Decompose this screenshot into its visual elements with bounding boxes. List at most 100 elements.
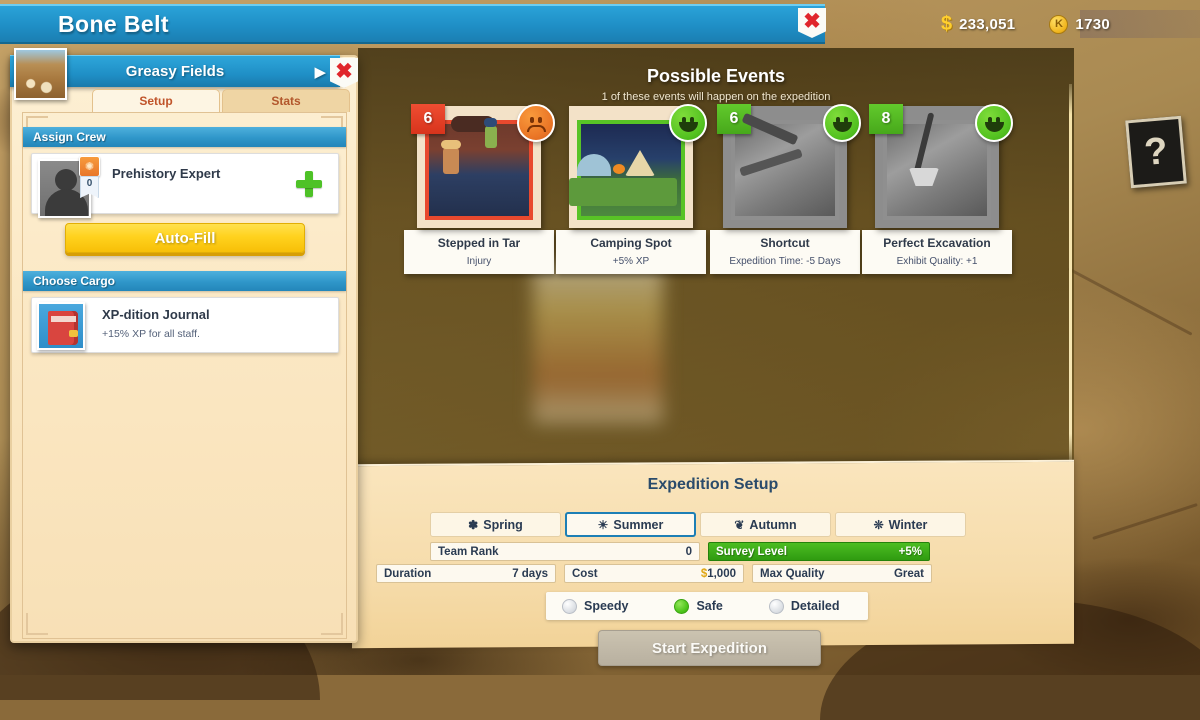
event-artwork — [569, 120, 685, 220]
happy-face-icon — [669, 104, 707, 142]
event-card[interactable]: 8 Perfect Excavation Exhibit Quality: +1 — [862, 104, 1013, 274]
choose-cargo-header: Choose Cargo — [23, 271, 346, 291]
cost-stat: Cost $1,000 — [564, 564, 744, 583]
season-selector: ✽ Spring ☀ Summer ❦ Autumn ❊ Winter — [430, 512, 966, 537]
setup-title: Expedition Setup — [647, 476, 779, 493]
happy-face-icon — [975, 104, 1013, 142]
money-counter: $ 233,051 — [941, 13, 1015, 36]
assign-crew-header: Assign Crew — [23, 127, 346, 147]
pace-option-safe[interactable]: Safe — [674, 598, 723, 614]
cargo-name: XP-dition Journal — [102, 307, 210, 322]
happy-face-icon — [823, 104, 861, 142]
money-value: 233,051 — [959, 15, 1016, 33]
cargo-description: +15% XP for all staff. — [102, 328, 200, 340]
survey-level-label: Survey Level — [716, 545, 787, 558]
knowledge-value: 1730 — [1075, 15, 1110, 33]
bone-glyph: ✺ — [84, 161, 95, 173]
title-bar: Bone Belt — [0, 4, 825, 44]
tab-stats[interactable]: Stats — [222, 89, 350, 112]
max-quality-label: Max Quality — [760, 567, 825, 580]
event-card-frame — [569, 104, 707, 228]
survey-level-value: +5% — [898, 545, 922, 558]
event-effect: Expedition Time: -5 Days — [729, 256, 841, 267]
sun-icon: ☀ — [597, 517, 609, 532]
knowledge-coin-icon: K — [1049, 14, 1069, 34]
stats-row-primary: Team Rank 0 Survey Level +5% — [430, 542, 930, 561]
expedition-setup-panel: Expedition Setup ✽ Spring ☀ Summer ❦ Aut… — [352, 459, 1074, 666]
close-x-icon: ✖ — [803, 9, 821, 33]
events-region: Possible Events 1 of these events will h… — [358, 48, 1074, 468]
journal-icon — [37, 302, 85, 350]
event-badge: 8 — [869, 104, 903, 134]
question-mark-icon: ? — [1142, 129, 1170, 174]
event-card-frame: 6 — [411, 104, 555, 228]
event-card-frame: 6 — [717, 104, 861, 228]
knowledge-counter: K 1730 — [1049, 14, 1110, 34]
season-label: Spring — [483, 517, 523, 532]
auto-fill-button[interactable]: Auto-Fill — [65, 223, 305, 253]
snowflake-icon: ❊ — [873, 517, 884, 532]
add-crew-button[interactable] — [296, 171, 322, 197]
cost-label: Cost — [572, 567, 598, 580]
season-label: Winter — [888, 517, 928, 532]
events-title: Possible Events — [646, 66, 786, 86]
sidebar-tabs: Setup Stats — [92, 89, 350, 112]
tab-setup[interactable]: Setup — [92, 89, 220, 112]
season-option-summer[interactable]: ☀ Summer — [565, 512, 696, 537]
event-card[interactable]: 6 Shortcut Expedition Time: -5 Days — [710, 104, 861, 274]
pace-label: Detailed — [790, 599, 840, 613]
season-option-spring[interactable]: ✽ Spring — [430, 512, 561, 537]
pace-option-speedy[interactable]: Speedy — [562, 598, 629, 614]
season-option-winter[interactable]: ❊ Winter — [835, 512, 966, 537]
season-option-autumn[interactable]: ❦ Autumn — [700, 512, 831, 537]
max-quality-stat: Max Quality Great — [752, 564, 932, 583]
radio-dot-icon — [562, 598, 577, 614]
pace-option-detailed[interactable]: Detailed — [768, 598, 840, 614]
radio-dot-icon — [674, 598, 690, 614]
cost-value-group: $1,000 — [701, 568, 736, 580]
cargo-slot[interactable]: XP-dition Journal +15% XP for all staff. — [31, 297, 339, 353]
event-artwork — [425, 116, 533, 220]
duration-stat: Duration 7 days — [376, 564, 556, 583]
team-rank-stat: Team Rank 0 — [430, 542, 700, 561]
season-label: Autumn — [749, 517, 797, 532]
event-name: Shortcut — [760, 236, 810, 250]
event-card[interactable]: Camping Spot +5% XP — [556, 104, 707, 274]
blurred-background-card — [533, 263, 663, 423]
location-title: Greasy Fields — [125, 63, 225, 80]
pace-selector: Speedy Safe Detailed — [546, 592, 868, 620]
team-rank-label: Team Rank — [438, 545, 499, 558]
max-quality-value: Great — [893, 567, 924, 580]
survey-level-stat: Survey Level +5% — [708, 542, 930, 561]
event-card-frame: 8 — [869, 104, 1013, 228]
event-label-plate: Shortcut Expedition Time: -5 Days — [710, 230, 860, 274]
pace-label: Speedy — [584, 599, 629, 613]
leaf-icon: ❦ — [734, 517, 745, 532]
event-effect: +5% XP — [612, 256, 650, 267]
pace-label: Safe — [696, 599, 723, 613]
event-label-plate: Camping Spot +5% XP — [556, 230, 706, 274]
event-card[interactable]: 6 Stepped in Tar Injury — [404, 104, 555, 274]
event-effect: Exhibit Quality: +1 — [896, 256, 978, 267]
event-badge: 6 — [411, 104, 445, 134]
sidebar-content-frame: Assign Crew ✺ 0 Prehistory Expert Auto-F… — [22, 112, 347, 639]
duration-value: 7 days — [512, 567, 548, 580]
cost-value: 1,000 — [707, 567, 736, 580]
prehistory-badge-icon: ✺ — [79, 156, 100, 177]
event-label-plate: Stepped in Tar Injury — [404, 230, 554, 274]
season-label: Summer — [613, 517, 664, 532]
event-label-plate: Perfect Excavation Exhibit Quality: +1 — [862, 230, 1012, 274]
mystery-card[interactable]: ? — [1125, 115, 1187, 189]
radio-dot-icon — [768, 598, 784, 614]
event-artwork — [883, 112, 991, 220]
next-location-arrow[interactable]: ▶ — [314, 63, 326, 81]
start-expedition-button[interactable]: Start Expedition — [598, 630, 821, 666]
crew-slot[interactable]: ✺ 0 Prehistory Expert — [31, 153, 339, 218]
events-subtitle: 1 of these events will happen on the exp… — [601, 91, 831, 103]
event-name: Perfect Excavation — [883, 236, 991, 250]
event-effect: Injury — [466, 256, 492, 267]
stats-row-secondary: Duration 7 days Cost $1,000 Max Quality … — [376, 564, 932, 583]
currency-hud: $ 233,051 K 1730 — [870, 4, 1200, 44]
event-artwork — [731, 112, 839, 220]
page-title: Bone Belt — [58, 10, 169, 37]
